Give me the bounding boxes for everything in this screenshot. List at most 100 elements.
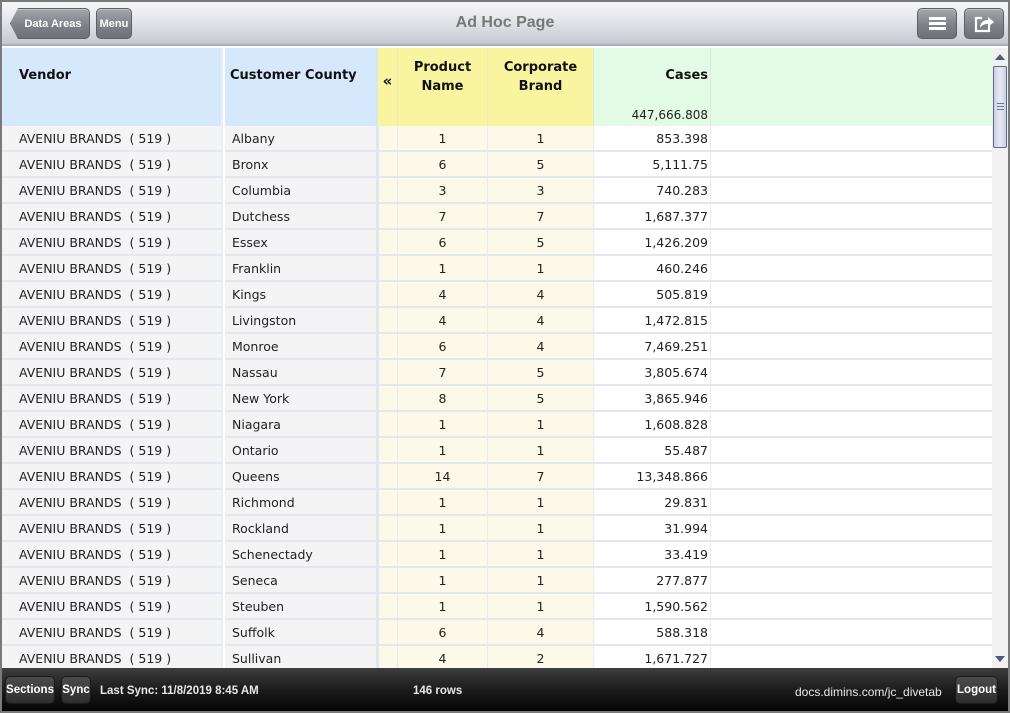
cell-vendor[interactable]: AVENIU BRANDS ( 519 ) [2,204,223,230]
cell-corporate-brand-count[interactable]: 1 [487,568,593,594]
cell-customer-county[interactable]: Kings [225,282,376,308]
cell-customer-county[interactable]: Franklin [225,256,376,282]
table-row[interactable]: AVENIU BRANDS ( 519 ) Nassau 7 5 3,805.674 [2,360,992,386]
scrollbar-thumb[interactable] [993,66,1007,148]
table-row[interactable]: AVENIU BRANDS ( 519 ) Franklin 1 1 460.246 [2,256,992,282]
cell-customer-county[interactable]: Albany [225,126,376,152]
column-header-cases[interactable]: Cases 447,666.808 [593,48,710,126]
cell-vendor[interactable]: AVENIU BRANDS ( 519 ) [2,646,223,668]
cell-vendor[interactable]: AVENIU BRANDS ( 519 ) [2,620,223,646]
cell-corporate-brand-count[interactable]: 5 [487,152,593,178]
cell-vendor[interactable]: AVENIU BRANDS ( 519 ) [2,360,223,386]
cell-vendor[interactable]: AVENIU BRANDS ( 519 ) [2,230,223,256]
cell-vendor[interactable]: AVENIU BRANDS ( 519 ) [2,334,223,360]
cell-customer-county[interactable]: Columbia [225,178,376,204]
sections-button[interactable]: Sections [5,676,55,704]
cell-vendor[interactable]: AVENIU BRANDS ( 519 ) [2,542,223,568]
cell-vendor[interactable]: AVENIU BRANDS ( 519 ) [2,308,223,334]
cell-customer-county[interactable]: Ontario [225,438,376,464]
cell-customer-county[interactable]: Dutchess [225,204,376,230]
table-row[interactable]: AVENIU BRANDS ( 519 ) Sullivan 4 2 1,671.727 [2,646,992,668]
hamburger-menu-button[interactable] [917,8,957,39]
cell-customer-county[interactable]: Queens [225,464,376,490]
cell-product-name-count[interactable]: 4 [397,282,487,308]
cell-cases[interactable]: 3,805.674 [593,360,710,386]
cell-corporate-brand-count[interactable]: 5 [487,230,593,256]
sync-button[interactable]: Sync [61,676,91,704]
cell-product-name-count[interactable]: 14 [397,464,487,490]
cell-corporate-brand-count[interactable]: 1 [487,256,593,282]
cell-customer-county[interactable]: Rockland [225,516,376,542]
cell-vendor[interactable]: AVENIU BRANDS ( 519 ) [2,256,223,282]
cell-customer-county[interactable]: Essex [225,230,376,256]
cell-customer-county[interactable]: Steuben [225,594,376,620]
cell-customer-county[interactable]: Schenectady [225,542,376,568]
cell-corporate-brand-count[interactable]: 1 [487,490,593,516]
cell-vendor[interactable]: AVENIU BRANDS ( 519 ) [2,490,223,516]
table-row[interactable]: AVENIU BRANDS ( 519 ) Niagara 1 1 1,608.828 [2,412,992,438]
cell-product-name-count[interactable]: 1 [397,594,487,620]
cell-cases[interactable]: 1,671.727 [593,646,710,668]
cell-cases[interactable]: 3,865.946 [593,386,710,412]
cell-product-name-count[interactable]: 1 [397,126,487,152]
scroll-up-arrow-icon[interactable] [995,54,1005,60]
table-row[interactable]: AVENIU BRANDS ( 519 ) Bronx 6 5 5,111.75 [2,152,992,178]
collapse-columns-icon[interactable]: « [376,48,397,126]
cell-corporate-brand-count[interactable]: 2 [487,646,593,668]
cell-vendor[interactable]: AVENIU BRANDS ( 519 ) [2,568,223,594]
table-row[interactable]: AVENIU BRANDS ( 519 ) Schenectady 1 1 33.419 [2,542,992,568]
share-button[interactable] [964,8,1004,39]
cell-vendor[interactable]: AVENIU BRANDS ( 519 ) [2,282,223,308]
cell-vendor[interactable]: AVENIU BRANDS ( 519 ) [2,126,223,152]
cell-cases[interactable]: 588.318 [593,620,710,646]
url-link[interactable]: docs.dimins.com/jc_divetab [795,685,942,699]
table-row[interactable]: AVENIU BRANDS ( 519 ) Suffolk 6 4 588.318 [2,620,992,646]
cell-customer-county[interactable]: New York [225,386,376,412]
table-row[interactable]: AVENIU BRANDS ( 519 ) Richmond 1 1 29.831 [2,490,992,516]
cell-product-name-count[interactable]: 1 [397,256,487,282]
cell-vendor[interactable]: AVENIU BRANDS ( 519 ) [2,386,223,412]
cell-corporate-brand-count[interactable]: 1 [487,412,593,438]
cell-corporate-brand-count[interactable]: 4 [487,620,593,646]
table-row[interactable]: AVENIU BRANDS ( 519 ) Monroe 6 4 7,469.251 [2,334,992,360]
scroll-down-arrow-icon[interactable] [995,656,1005,662]
column-header-corporate-brand[interactable]: Corporate Brand [487,48,593,126]
cell-customer-county[interactable]: Seneca [225,568,376,594]
cell-customer-county[interactable]: Livingston [225,308,376,334]
cell-cases[interactable]: 29.831 [593,490,710,516]
cell-corporate-brand-count[interactable]: 5 [487,386,593,412]
cell-vendor[interactable]: AVENIU BRANDS ( 519 ) [2,438,223,464]
cell-product-name-count[interactable]: 3 [397,178,487,204]
cell-vendor[interactable]: AVENIU BRANDS ( 519 ) [2,464,223,490]
table-row[interactable]: AVENIU BRANDS ( 519 ) Kings 4 4 505.819 [2,282,992,308]
cell-product-name-count[interactable]: 4 [397,646,487,668]
cell-product-name-count[interactable]: 4 [397,308,487,334]
cell-product-name-count[interactable]: 1 [397,516,487,542]
column-header-vendor[interactable]: Vendor [2,48,223,126]
cell-cases[interactable]: 1,426.209 [593,230,710,256]
cell-product-name-count[interactable]: 1 [397,568,487,594]
cell-cases[interactable]: 1,687.377 [593,204,710,230]
cell-product-name-count[interactable]: 1 [397,412,487,438]
table-row[interactable]: AVENIU BRANDS ( 519 ) Ontario 1 1 55.487 [2,438,992,464]
cell-product-name-count[interactable]: 6 [397,620,487,646]
cell-product-name-count[interactable]: 7 [397,204,487,230]
cell-cases[interactable]: 33.419 [593,542,710,568]
cell-cases[interactable]: 853.398 [593,126,710,152]
cell-customer-county[interactable]: Sullivan [225,646,376,668]
table-row[interactable]: AVENIU BRANDS ( 519 ) Rockland 1 1 31.994 [2,516,992,542]
cell-cases[interactable]: 460.246 [593,256,710,282]
column-header-customer-county[interactable]: Customer County [225,48,376,126]
cell-corporate-brand-count[interactable]: 4 [487,334,593,360]
column-header-product-name[interactable]: Product Name [397,48,487,126]
cell-vendor[interactable]: AVENIU BRANDS ( 519 ) [2,178,223,204]
cell-cases[interactable]: 505.819 [593,282,710,308]
cell-cases[interactable]: 1,590.562 [593,594,710,620]
cell-cases[interactable]: 55.487 [593,438,710,464]
table-row[interactable]: AVENIU BRANDS ( 519 ) Essex 6 5 1,426.209 [2,230,992,256]
table-row[interactable]: AVENIU BRANDS ( 519 ) Seneca 1 1 277.877 [2,568,992,594]
table-row[interactable]: AVENIU BRANDS ( 519 ) New York 8 5 3,865.946 [2,386,992,412]
cell-product-name-count[interactable]: 6 [397,152,487,178]
cell-corporate-brand-count[interactable]: 1 [487,542,593,568]
cell-cases[interactable]: 7,469.251 [593,334,710,360]
